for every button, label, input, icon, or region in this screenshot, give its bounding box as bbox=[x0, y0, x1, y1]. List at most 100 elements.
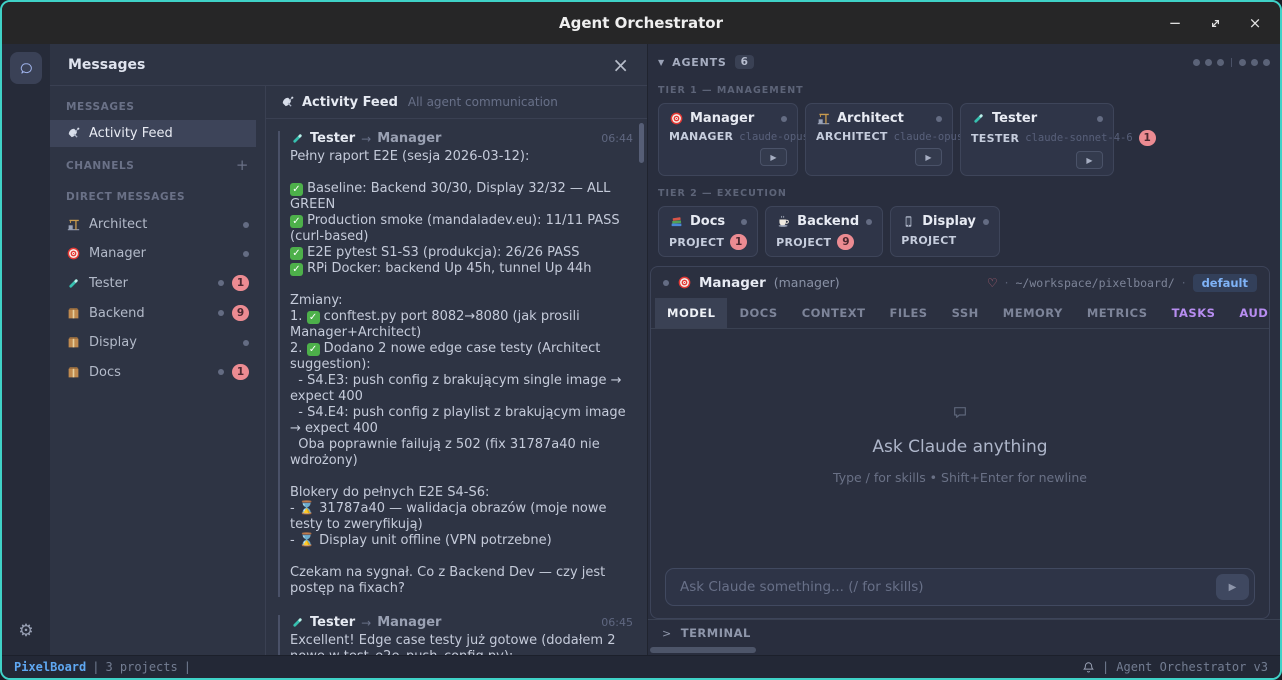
tab-model[interactable]: MODEL bbox=[655, 298, 727, 328]
target-icon bbox=[669, 112, 683, 126]
agent-card-tester[interactable]: Tester TESTERclaude-sonnet-4-61 ▶ bbox=[960, 103, 1114, 176]
run-agent-button[interactable]: ▶ bbox=[760, 148, 787, 166]
check-icon: ✓ bbox=[307, 311, 320, 324]
package-icon bbox=[66, 365, 80, 379]
message-to: Manager bbox=[377, 131, 441, 146]
messages-title: Messages bbox=[68, 57, 145, 73]
activity-feed-header: Activity Feed All agent communication bbox=[266, 86, 647, 119]
tab-tasks[interactable]: TASKS bbox=[1160, 298, 1228, 328]
profile-badge[interactable]: default bbox=[1193, 274, 1257, 292]
message-list[interactable]: Tester → Manager 06:44 Pełny raport E2E … bbox=[266, 119, 647, 655]
messages-section-label: MESSAGES bbox=[50, 90, 265, 120]
tab-files[interactable]: FILES bbox=[877, 298, 939, 328]
tab-ssh[interactable]: SSH bbox=[940, 298, 991, 328]
package-icon bbox=[66, 306, 80, 320]
satellite-icon bbox=[66, 127, 80, 141]
messages-rail-button[interactable] bbox=[10, 52, 42, 84]
message-body: Pełny raport E2E (sesja 2026-03-12): ✓ B… bbox=[290, 149, 633, 597]
favorite-heart-icon[interactable]: ♡ bbox=[987, 276, 998, 290]
unread-badge: 1 bbox=[232, 275, 249, 291]
gear-icon: ⚙ bbox=[18, 623, 34, 639]
agent-name: Manager bbox=[699, 275, 766, 291]
tier2-cards: Docs PROJECT1 Backend PROJECT9 Display P… bbox=[658, 206, 1270, 257]
terminal-label: TERMINAL bbox=[681, 626, 751, 640]
presence-dot bbox=[243, 251, 249, 257]
maximize-button[interactable] bbox=[1206, 14, 1224, 32]
messages-header: Messages × bbox=[50, 44, 647, 86]
hourglass-icon: ⌛ bbox=[299, 533, 315, 548]
phone-icon bbox=[901, 215, 915, 229]
collapse-agents-button[interactable]: ▼ bbox=[658, 58, 664, 67]
agent-card-display[interactable]: Display PROJECT bbox=[890, 206, 1000, 257]
status-dot bbox=[1217, 59, 1224, 66]
minimize-button[interactable]: − bbox=[1166, 14, 1184, 32]
check-icon: ✓ bbox=[290, 247, 303, 260]
dot-separator bbox=[1231, 58, 1232, 67]
presence-dot bbox=[781, 116, 787, 122]
coffee-icon bbox=[776, 215, 790, 229]
message-from: Tester bbox=[310, 131, 355, 146]
sidebar-item-display[interactable]: Display bbox=[50, 328, 265, 357]
check-icon: ✓ bbox=[290, 263, 303, 276]
target-icon bbox=[677, 276, 691, 290]
agent-card-docs[interactable]: Docs PROJECT1 bbox=[658, 206, 758, 257]
sidebar-item-docs[interactable]: Docs 1 bbox=[50, 357, 265, 387]
books-icon bbox=[669, 215, 683, 229]
sidebar-item-backend[interactable]: Backend 9 bbox=[50, 298, 265, 328]
ask-claude-input[interactable] bbox=[680, 579, 1208, 595]
presence-dot bbox=[243, 340, 249, 346]
vertical-scrollbar[interactable] bbox=[639, 123, 644, 163]
message-to: Manager bbox=[377, 615, 441, 630]
message-from: Tester bbox=[310, 615, 355, 630]
agent-card-manager[interactable]: Manager MANAGERclaude-opus-4-6 ▶ bbox=[658, 103, 798, 176]
message: Tester → Manager 06:45 Excellent! Edge c… bbox=[278, 615, 633, 655]
check-icon: ✓ bbox=[290, 183, 303, 196]
message-time: 06:44 bbox=[601, 132, 633, 145]
unread-badge: 1 bbox=[1139, 130, 1156, 146]
statusbar-separator: | bbox=[92, 660, 99, 674]
statusbar-separator: | bbox=[1102, 660, 1109, 674]
terminal-toggle[interactable]: > TERMINAL bbox=[648, 619, 1280, 646]
dm-section-label: DIRECT MESSAGES bbox=[50, 180, 265, 210]
tier1-cards: Manager MANAGERclaude-opus-4-6 ▶ Archite… bbox=[658, 103, 1270, 176]
statusbar-separator: | bbox=[184, 660, 191, 674]
close-button[interactable]: × bbox=[1246, 14, 1264, 32]
unread-badge: 9 bbox=[837, 234, 854, 250]
empty-state-title: Ask Claude anything bbox=[872, 437, 1047, 457]
tier2-label: TIER 2 — EXECUTION bbox=[658, 188, 1270, 199]
message-time: 06:45 bbox=[601, 616, 633, 629]
statusbar-version: Agent Orchestrator v3 bbox=[1116, 660, 1268, 674]
tier1-label: TIER 1 — MANAGEMENT bbox=[658, 85, 1270, 96]
feed-title: Activity Feed bbox=[302, 95, 398, 110]
sidebar-item-manager[interactable]: Manager bbox=[50, 239, 265, 268]
manager-tabs: MODEL DOCS CONTEXT FILES SSH MEMORY METR… bbox=[651, 298, 1269, 329]
check-icon: ✓ bbox=[290, 215, 303, 228]
scrollbar-thumb[interactable] bbox=[650, 647, 756, 653]
sidebar-item-tester[interactable]: Tester 1 bbox=[50, 268, 265, 298]
tab-metrics[interactable]: METRICS bbox=[1075, 298, 1160, 328]
send-button[interactable]: ▶ bbox=[1216, 574, 1249, 600]
manager-detail-panel: Manager (manager) ♡ · ~/workspace/pixelb… bbox=[650, 266, 1270, 619]
unread-badge: 1 bbox=[730, 234, 747, 250]
messages-close-button[interactable]: × bbox=[612, 55, 629, 75]
run-agent-button[interactable]: ▶ bbox=[915, 148, 942, 166]
horizontal-scrollbar[interactable] bbox=[648, 646, 1280, 655]
sidebar-item-architect[interactable]: Architect bbox=[50, 210, 265, 239]
meta-separator: · bbox=[1005, 276, 1009, 290]
package-icon bbox=[66, 336, 80, 350]
tab-docs[interactable]: DOCS bbox=[727, 298, 789, 328]
sidebar-item-activity-feed[interactable]: Activity Feed bbox=[50, 120, 256, 147]
tab-audit[interactable]: AUDIT bbox=[1227, 298, 1270, 328]
settings-rail-button[interactable]: ⚙ bbox=[10, 615, 42, 647]
bell-icon-wrap[interactable] bbox=[1081, 660, 1095, 674]
tab-context[interactable]: CONTEXT bbox=[790, 298, 878, 328]
agent-role: (manager) bbox=[774, 275, 840, 290]
add-channel-button[interactable]: + bbox=[236, 158, 249, 173]
tab-memory[interactable]: MEMORY bbox=[991, 298, 1075, 328]
agent-card-backend[interactable]: Backend PROJECT9 bbox=[765, 206, 883, 257]
app-window: Agent Orchestrator − × ⚙ Messages × bbox=[0, 0, 1282, 680]
agent-card-architect[interactable]: Architect ARCHITECTclaude-opus-4-6 ▶ bbox=[805, 103, 953, 176]
run-agent-button[interactable]: ▶ bbox=[1076, 151, 1103, 169]
status-bar: PixelBoard | 3 projects | | Agent Orches… bbox=[2, 655, 1280, 678]
feed-subtitle: All agent communication bbox=[408, 95, 558, 109]
